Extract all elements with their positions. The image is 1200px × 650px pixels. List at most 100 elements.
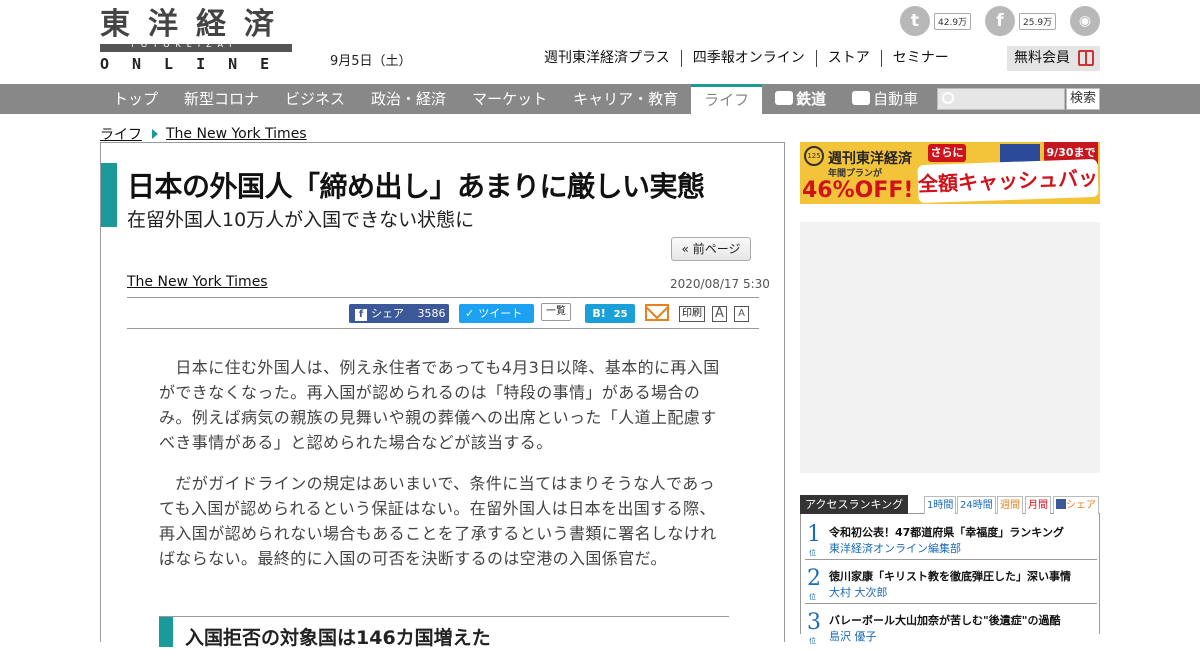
mail-icon[interactable] [645, 304, 669, 321]
site-header: 東 洋 経 済 TOYOKEIZAI ONLINE 9月5日（土） 週刊東洋経済… [0, 0, 1200, 84]
hatena-icon: B! [592, 307, 606, 320]
top-link-store[interactable]: ストア [815, 50, 881, 67]
nav-coronavirus[interactable]: 新型コロナ [171, 84, 272, 114]
twitter-follow[interactable]: t 42.9万 [900, 6, 972, 36]
breadcrumb-arrow-icon [152, 129, 158, 139]
ranking-title: アクセスランキング [800, 495, 909, 514]
rank-author: 島沢 優子 [829, 630, 877, 643]
nav-market[interactable]: マーケット [459, 84, 560, 114]
free-member-label: 無料会員 [1014, 50, 1070, 66]
top-link-shikiho[interactable]: 四季報オンライン [680, 50, 816, 67]
ranking-tab-share[interactable]: シェア [1053, 496, 1099, 514]
article-subtitle: 在留外国人10万人が入国できない状態に [127, 209, 475, 231]
rank-title: 令和初公表！47都道府県「幸福度」ランキング [829, 526, 1064, 539]
tweet-label: ツイート [478, 307, 523, 320]
rank-number: 3 [807, 610, 821, 635]
nav-business[interactable]: ビジネス [272, 84, 358, 114]
twitter-count: 42.9万 [934, 12, 972, 30]
ranking-item[interactable]: 2 位 徳川家康「キリスト教を徹底弾圧した」深い事情 大村 大次郎 [805, 562, 1097, 604]
article-date: 2020/08/17 5:30 [670, 277, 770, 291]
ad-cashback: 全額キャッシュバック! [917, 158, 1099, 204]
logo-sub: TOYOKEIZAI [130, 40, 238, 49]
facebook-icon [1056, 499, 1066, 509]
tweet-list-link[interactable]: 一覧 [541, 303, 571, 321]
rank-unit: 位 [809, 549, 816, 557]
subheading-text: 入国拒否の対象国は146カ国増えた [185, 627, 491, 649]
hatena-bookmark-button[interactable]: B! 25 [585, 304, 635, 323]
facebook-follow[interactable]: f 25.9万 [985, 6, 1057, 36]
facebook-count: 25.9万 [1019, 12, 1057, 30]
rank-author: 大村 大次郎 [829, 586, 888, 599]
facebook-icon: f [355, 309, 367, 321]
top-link-seminar[interactable]: セミナー [880, 50, 960, 67]
top-link-weekly-plus[interactable]: 週刊東洋経済プラス [544, 50, 681, 67]
ad-brand: 週刊東洋経済 [828, 151, 912, 167]
nav-career-education[interactable]: キャリア・教育 [560, 84, 691, 114]
breadcrumb: ライフ The New York Times [100, 124, 307, 144]
nav-automobile[interactable]: 自動車 [839, 84, 931, 114]
print-button[interactable]: 印刷 [679, 306, 705, 322]
article-title: 日本の外国人「締め出し」あまりに厳しい実態 [127, 170, 705, 203]
ranking-list: 1 位 令和初公表！47都道府県「幸福度」ランキング 東洋経済オンライン編集部 … [800, 514, 1100, 645]
top-links: 週刊東洋経済プラス 四季報オンライン ストア セミナー [544, 50, 960, 67]
ranking-tab-week[interactable]: 週間 [997, 496, 1023, 514]
ad-placeholder [800, 222, 1100, 473]
anniversary-badge: 125 [804, 146, 824, 166]
search-input[interactable] [937, 88, 1065, 110]
subscription-ad-banner[interactable]: 125 週刊東洋経済 年間プランが 46%OFF! さらに 9/30まで 全額キ… [800, 142, 1100, 204]
nav-life[interactable]: ライフ [691, 84, 763, 114]
ranking-item[interactable]: 1 位 令和初公表！47都道府県「幸福度」ランキング 東洋経済オンライン編集部 [805, 518, 1097, 560]
ad-discount: 46%OFF! [802, 178, 914, 203]
font-large-button[interactable]: A [712, 306, 727, 322]
facebook-share-count: 3586 [417, 307, 446, 320]
logo-kanji: 東 洋 経 済 [100, 8, 292, 42]
facebook-icon: f [985, 6, 1015, 36]
logo-char: 洋 [148, 7, 180, 42]
title-accent-bar [101, 163, 117, 227]
facebook-share-button[interactable]: f シェア 3586 [349, 304, 449, 323]
access-ranking: アクセスランキング 1時間 24時間 週間 月間 シェア 1 位 令和初公表！4… [800, 495, 1100, 645]
nav-politics-economy[interactable]: 政治・経済 [358, 84, 459, 114]
search-icon [942, 92, 954, 104]
ranking-tab-24h[interactable]: 24時間 [957, 496, 996, 514]
tweet-button[interactable]: ✓ ツイート [459, 304, 534, 323]
rank-unit: 位 [809, 593, 816, 601]
article-paragraph: だがガイドラインの規定はあいまいで、条件に当てはまりそうな人であっても入国が認め… [159, 471, 727, 571]
rank-title: 徳川家康「キリスト教を徹底弾圧した」深い事情 [829, 570, 1071, 583]
logo-online: ONLINE [100, 55, 293, 73]
car-icon [852, 91, 871, 105]
logo-char: 経 [196, 7, 228, 42]
rss-icon: ◉ [1070, 6, 1100, 36]
twitter-icon: t [900, 6, 930, 36]
site-logo[interactable]: 東 洋 経 済 TOYOKEIZAI ONLINE [100, 8, 293, 73]
nav-top[interactable]: トップ [100, 84, 171, 114]
article: 日本の外国人「締め出し」あまりに厳しい実態 在留外国人10万人が入国できない状態… [100, 142, 785, 649]
nav-railway[interactable]: 鉄道 [762, 84, 839, 114]
paragraph-text: 日本に住む外国人は、例え永住者であっても4月3日以降、基本的に再入国ができなくな… [159, 358, 720, 452]
train-icon [775, 91, 794, 105]
current-date: 9月5日（土） [330, 54, 412, 69]
search-button[interactable]: 検索 [1066, 88, 1100, 110]
share-toolbar: f シェア 3586 ✓ ツイート 一覧 B! 25 印刷 A A [127, 297, 759, 329]
rank-author: 東洋経済オンライン編集部 [829, 542, 961, 555]
subheading-accent-bar [159, 617, 173, 647]
prev-page-button[interactable]: « 前ページ [671, 237, 751, 261]
ranking-tab-1h[interactable]: 1時間 [924, 496, 957, 514]
rank-title: バレーボール大山加奈が苦しむ"後遺症"の過酷 [829, 614, 1061, 627]
breadcrumb-life[interactable]: ライフ [100, 124, 142, 144]
rank-unit: 位 [809, 637, 816, 645]
rss-link[interactable]: ◉ [1070, 6, 1100, 36]
ranking-tab-month[interactable]: 月間 [1025, 496, 1051, 514]
font-small-button[interactable]: A [734, 306, 749, 322]
facebook-share-label: シェア [371, 307, 404, 320]
article-paragraph: 日本に住む外国人は、例え永住者であっても4月3日以降、基本的に再入国ができなくな… [159, 355, 727, 455]
logo-char: 東 [100, 7, 132, 42]
hatena-count: 25 [613, 309, 628, 320]
ranking-tabs: アクセスランキング 1時間 24時間 週間 月間 シェア [800, 495, 1100, 514]
ranking-tab-share-label: シェア [1066, 500, 1096, 511]
ranking-item[interactable]: 3 位 バレーボール大山加奈が苦しむ"後遺症"の過酷 島沢 優子 [805, 606, 1097, 648]
free-member-button[interactable]: 無料会員 [1007, 46, 1100, 71]
gift-icon [1078, 50, 1094, 66]
breadcrumb-nyt[interactable]: The New York Times [166, 126, 307, 142]
article-author[interactable]: The New York Times [127, 274, 268, 290]
